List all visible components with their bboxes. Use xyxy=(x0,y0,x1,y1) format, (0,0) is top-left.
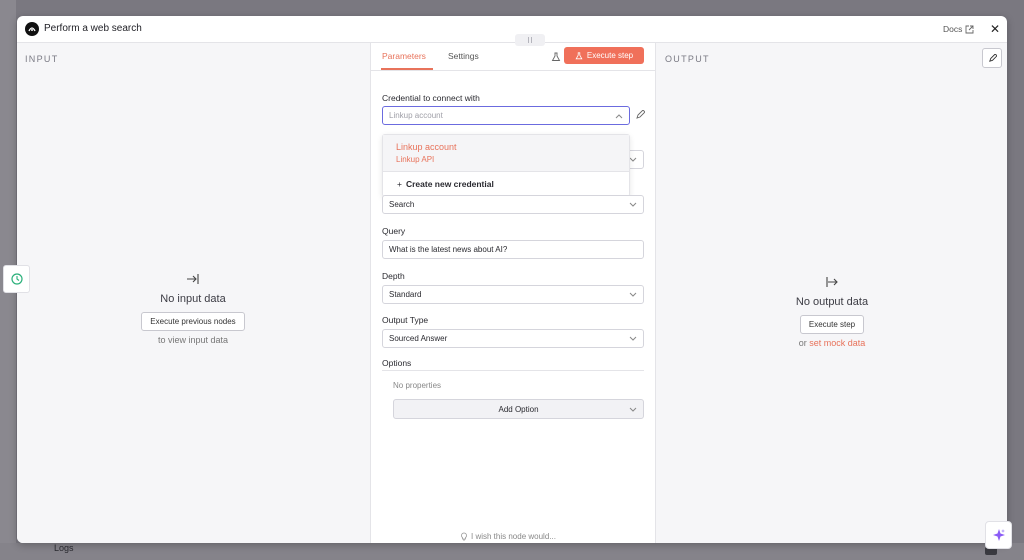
input-panel-label: INPUT xyxy=(25,54,59,64)
plus-icon: + xyxy=(397,179,402,189)
modal-header: Perform a web search Docs ✕ xyxy=(17,16,1007,43)
no-properties-text: No properties xyxy=(393,381,442,390)
edit-credential-icon[interactable] xyxy=(635,110,645,120)
operation-value: Search xyxy=(389,200,415,209)
output-empty-subtext: or set mock data xyxy=(799,338,866,348)
create-credential-option[interactable]: + Create new credential xyxy=(397,179,494,189)
output-execute-step-button[interactable]: Execute step xyxy=(799,315,865,334)
input-empty-title: No input data xyxy=(160,293,226,305)
panel-tabs: Parameters Settings Execute step xyxy=(371,43,656,71)
options-label: Options xyxy=(382,358,412,368)
query-label: Query xyxy=(382,226,406,236)
execute-step-label: Execute step xyxy=(586,51,634,60)
set-mock-data-link[interactable]: set mock data xyxy=(809,338,865,348)
credential-option-linkup[interactable]: Linkup account Linkup API xyxy=(383,135,629,171)
output-type-label: Output Type xyxy=(382,315,429,325)
execute-step-button[interactable]: Execute step xyxy=(564,47,644,64)
output-sub-prefix: or xyxy=(798,338,807,348)
add-option-label: Add Option xyxy=(498,404,539,414)
clock-icon xyxy=(10,273,23,285)
linkup-node-icon xyxy=(25,22,39,36)
operation-select[interactable]: Search xyxy=(382,195,644,214)
flask-icon[interactable] xyxy=(551,52,561,62)
output-empty-title: No output data xyxy=(795,296,869,308)
output-panel: OUTPUT No output data Execute step or se… xyxy=(655,43,1007,543)
feedback-link[interactable]: I wish this node would... xyxy=(460,532,556,541)
output-type-select[interactable]: Sourced Answer xyxy=(382,329,644,348)
output-panel-label: OUTPUT xyxy=(665,54,710,64)
tab-parameters[interactable]: Parameters xyxy=(382,51,426,61)
input-empty-state: No input data Execute previous nodes to … xyxy=(128,273,258,345)
chevron-down-icon xyxy=(629,292,637,297)
credential-label: Credential to connect with xyxy=(382,93,480,103)
edit-output-button[interactable] xyxy=(982,48,1002,68)
options-divider xyxy=(382,370,644,371)
docs-link[interactable]: Docs xyxy=(943,24,974,34)
external-link-icon xyxy=(965,25,974,33)
input-panel: INPUT No input data Execute previous nod… xyxy=(17,43,370,543)
flask-icon xyxy=(575,51,583,59)
output-empty-state: No output data Execute step or set mock … xyxy=(767,276,897,348)
logs-label[interactable]: Logs xyxy=(54,543,74,553)
output-type-value: Sourced Answer xyxy=(389,334,448,343)
tab-settings[interactable]: Settings xyxy=(448,51,479,61)
panel-drag-handle[interactable] xyxy=(515,34,545,46)
arrow-from-left-icon xyxy=(826,277,838,287)
lightbulb-icon xyxy=(461,532,467,541)
execute-previous-nodes-button[interactable]: Execute previous nodes xyxy=(141,312,245,331)
background-log-bar xyxy=(0,543,1024,560)
input-empty-subtext: to view input data xyxy=(157,335,229,345)
credential-option-name: Linkup account xyxy=(396,142,457,152)
depth-label: Depth xyxy=(382,271,405,281)
dropdown-divider xyxy=(383,171,629,172)
ai-assistant-button[interactable] xyxy=(985,521,1012,549)
history-button[interactable] xyxy=(3,265,30,293)
chevron-down-icon xyxy=(629,157,637,162)
credential-option-type: Linkup API xyxy=(396,155,435,164)
credential-dropdown: Linkup account Linkup API + Create new cr… xyxy=(382,134,630,197)
tabs-divider xyxy=(371,70,656,71)
docs-label: Docs xyxy=(943,24,963,34)
arrow-to-right-icon xyxy=(187,274,199,284)
pencil-icon xyxy=(988,53,997,62)
chevron-down-icon xyxy=(629,202,637,207)
query-input[interactable]: What is the latest news about AI? xyxy=(382,240,644,259)
close-button[interactable]: ✕ xyxy=(989,22,1001,36)
modal-title[interactable]: Perform a web search xyxy=(44,23,142,34)
chevron-down-icon xyxy=(629,407,637,412)
query-value: What is the latest news about AI? xyxy=(389,245,508,254)
chevron-down-icon xyxy=(629,336,637,341)
add-option-button[interactable]: Add Option xyxy=(393,399,644,419)
depth-select[interactable]: Standard xyxy=(382,285,644,304)
depth-value: Standard xyxy=(389,290,422,299)
credential-placeholder: Linkup account xyxy=(389,111,443,120)
feedback-label: I wish this node would... xyxy=(471,532,556,541)
chevron-up-icon xyxy=(615,114,623,119)
create-credential-label: Create new credential xyxy=(405,179,494,189)
credential-select[interactable]: Linkup account xyxy=(382,106,630,125)
parameters-panel: Parameters Settings Execute step Credent… xyxy=(370,43,656,543)
sparkle-icon xyxy=(992,529,1005,541)
node-details-modal: Perform a web search Docs ✕ INPUT No inp… xyxy=(17,16,1007,543)
